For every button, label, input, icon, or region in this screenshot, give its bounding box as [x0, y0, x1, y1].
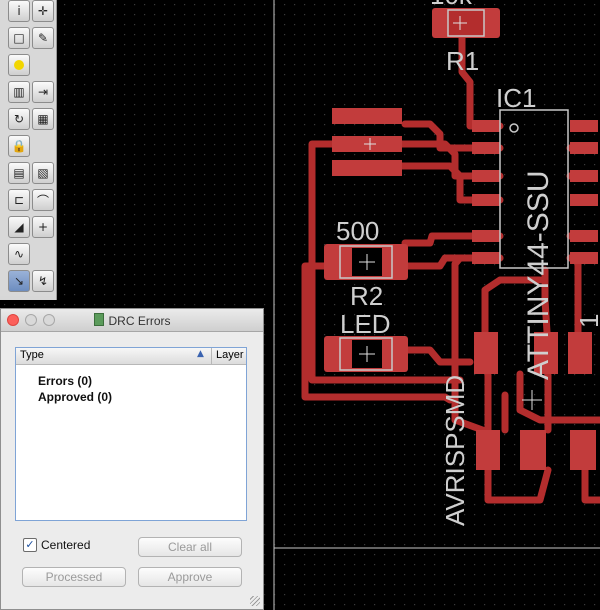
rect-tool-icon[interactable]: □	[8, 27, 30, 49]
edge-pin-label: 1	[574, 314, 600, 328]
command-toolbar: i ✛ □ ✎ ▥ ⇥ ↻ ▦ 🔒 ▤ ▧ ⊏ ⌒ ◢ + ∿ ↘ ↯	[0, 0, 57, 300]
clear-all-button[interactable]: Clear all	[138, 537, 242, 557]
sort-ascending-icon[interactable]: ▲	[197, 349, 204, 359]
led-name-label: LED	[340, 309, 391, 339]
drc-error-list[interactable]: Type ▲ Layer Errors (0) Approved (0)	[15, 347, 247, 521]
split-tool-icon[interactable]: ◢	[8, 216, 30, 238]
window-title: DRC Errors	[108, 314, 171, 328]
add-tool-icon[interactable]: ⇥	[32, 81, 54, 103]
processed-button[interactable]: Processed	[22, 567, 126, 587]
lock-tool-icon[interactable]: 🔒	[8, 135, 30, 157]
r1-value-label: 10k	[430, 0, 473, 10]
ripup-tool-icon[interactable]: ↯	[32, 270, 54, 292]
list-item-approved[interactable]: Approved (0)	[38, 390, 112, 404]
document-icon	[93, 313, 104, 326]
replace-tool-icon[interactable]: ▤	[8, 162, 30, 184]
group-tool-icon[interactable]: ▦	[32, 108, 54, 130]
window-titlebar[interactable]: DRC Errors	[1, 309, 263, 332]
r1-name-label: R1	[446, 46, 479, 76]
route-tool-icon[interactable]: ↘	[8, 270, 30, 292]
wrench-tool-icon[interactable]: ✎	[32, 27, 54, 49]
centered-label: Centered	[41, 538, 91, 552]
approve-button[interactable]: Approve	[138, 567, 242, 587]
centered-option[interactable]: ✓ Centered	[23, 538, 90, 552]
delete-tool-icon[interactable]: ▥	[8, 81, 30, 103]
info-tool-icon[interactable]: i	[8, 0, 30, 22]
list-item-errors[interactable]: Errors (0)	[38, 374, 92, 388]
optimize-tool-icon[interactable]: +	[32, 216, 54, 238]
rotate-tool-icon[interactable]: ↻	[8, 108, 30, 130]
avr-value-label: AVRISPSMD	[440, 375, 470, 526]
meander-tool-icon[interactable]: ∿	[8, 243, 30, 265]
resize-grip[interactable]	[250, 596, 260, 606]
paste-tool-icon[interactable]: ⊏	[8, 189, 30, 211]
r2-name-label: R2	[350, 281, 383, 311]
centered-checkbox[interactable]: ✓	[23, 538, 37, 552]
column-header-layer[interactable]: Layer	[211, 348, 248, 364]
column-header-type[interactable]: Type	[20, 349, 44, 361]
mark-tool-icon[interactable]: ✛	[32, 0, 54, 22]
r2-value-label: 500	[336, 216, 379, 246]
miter-tool-icon[interactable]: ⌒	[32, 189, 54, 211]
smash-tool-icon[interactable]: ▧	[32, 162, 54, 184]
ic1-name-label: IC1	[496, 83, 536, 113]
drc-errors-window: DRC Errors Type ▲ Layer Errors (0) Appro…	[0, 308, 264, 610]
layer-display-tool-icon[interactable]	[8, 54, 30, 76]
ic1-value-label: ATTINY44-SSU	[522, 171, 555, 381]
list-header: Type ▲ Layer	[16, 348, 246, 365]
